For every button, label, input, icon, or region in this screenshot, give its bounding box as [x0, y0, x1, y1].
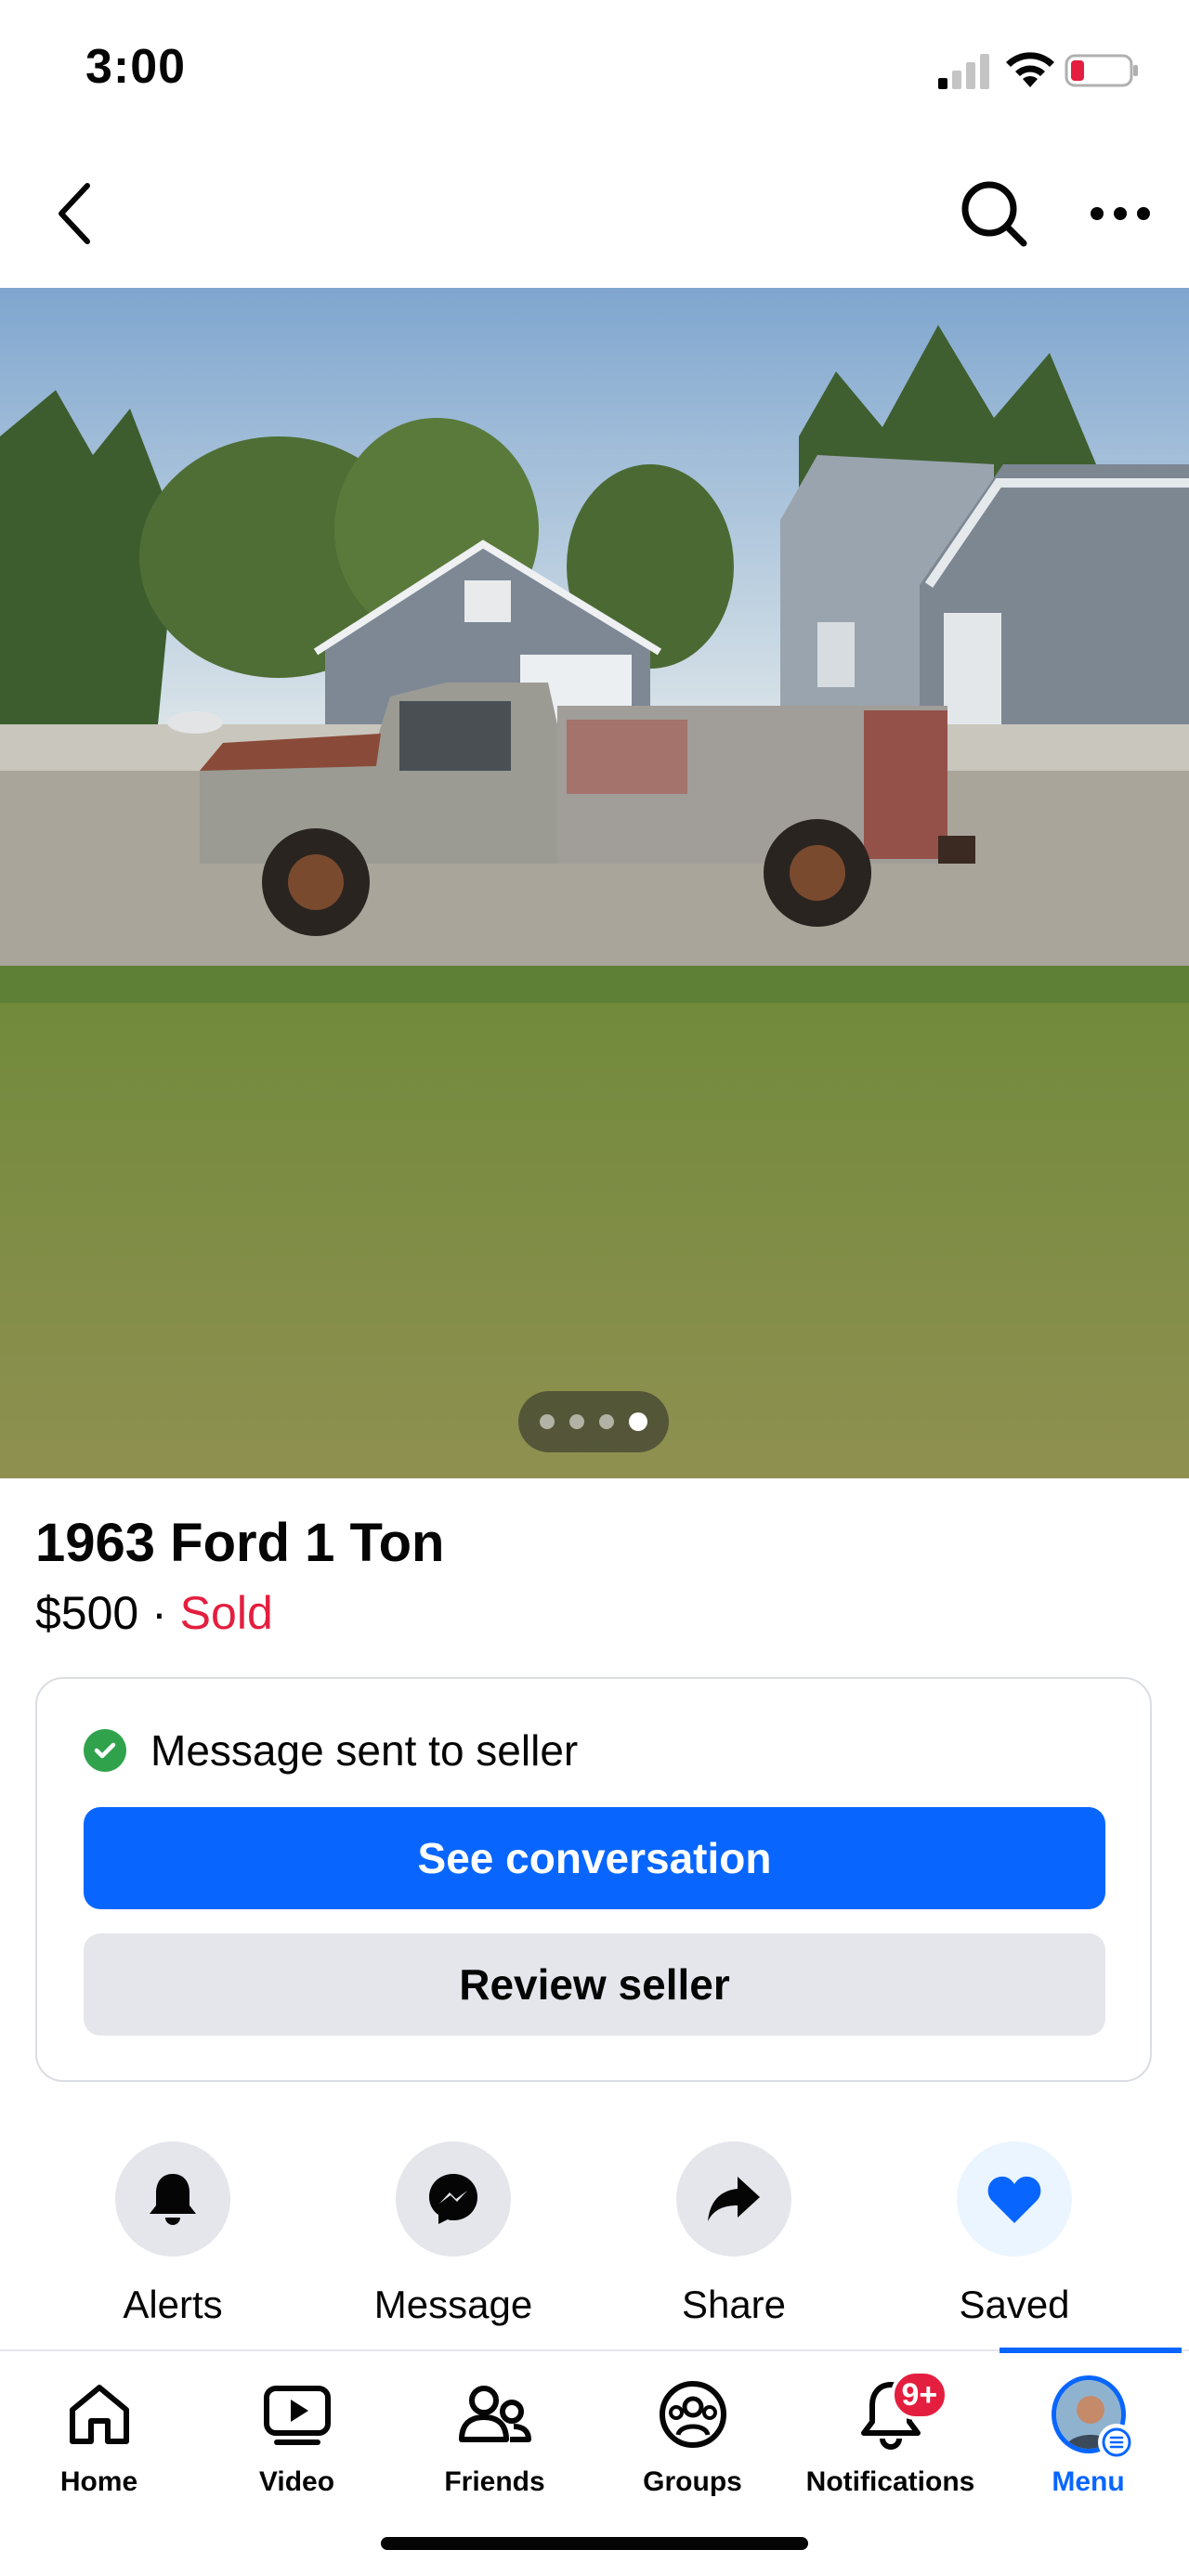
- pager-dot: [540, 1414, 555, 1429]
- saved-action[interactable]: Saved: [903, 2136, 1126, 2340]
- home-indicator: [381, 2537, 808, 2550]
- heart-icon: [987, 2176, 1041, 2223]
- price-separator: ·: [138, 1587, 180, 1639]
- chevron-left-icon: [59, 183, 90, 244]
- pager-dot: [599, 1414, 614, 1429]
- status-time: 3:00: [85, 40, 187, 94]
- top-nav-bar: [0, 139, 1189, 288]
- listing-photo[interactable]: [0, 288, 1189, 1478]
- search-icon: [961, 181, 1027, 247]
- listing-price: $500: [35, 1587, 139, 1639]
- message-sent-card: Message sent to seller See conversation …: [35, 1677, 1152, 2082]
- tab-home[interactable]: Home: [0, 2351, 198, 2518]
- back-button[interactable]: [28, 167, 121, 260]
- messenger-icon: [429, 2174, 477, 2224]
- message-action-circle: [396, 2141, 511, 2257]
- listing-title: 1963 Ford 1 Ton: [35, 1513, 445, 1573]
- tab-notifications[interactable]: 9+ Notifications: [791, 2351, 989, 2518]
- message-action[interactable]: Message: [342, 2136, 565, 2340]
- check-circle-icon: [84, 1729, 126, 1772]
- share-arrow-icon: [708, 2177, 760, 2221]
- tab-video-label: Video: [258, 2466, 335, 2497]
- more-horizontal-icon: [1091, 207, 1150, 220]
- tab-notifications-label: Notifications: [805, 2466, 975, 2497]
- tab-menu[interactable]: Menu: [989, 2351, 1187, 2518]
- listing-status: Sold: [179, 1587, 273, 1639]
- tab-home-label: Home: [59, 2466, 138, 2497]
- message-status: Message sent to seller: [84, 1725, 578, 1776]
- cellular-signal-icon: [938, 54, 989, 89]
- more-options-button[interactable]: [1074, 167, 1167, 260]
- photo-pager: [518, 1391, 669, 1452]
- video-icon: [263, 2386, 331, 2445]
- tab-friends[interactable]: Friends: [396, 2351, 594, 2518]
- notifications-badge: 9+: [890, 2370, 949, 2420]
- search-button[interactable]: [947, 167, 1040, 260]
- alerts-action[interactable]: Alerts: [61, 2136, 284, 2340]
- see-conversation-button[interactable]: See conversation: [84, 1807, 1105, 1909]
- pager-dot: [569, 1414, 584, 1429]
- share-action[interactable]: Share: [622, 2136, 845, 2340]
- friends-icon: [458, 2386, 531, 2442]
- battery-icon: [1065, 54, 1138, 87]
- share-action-circle: [676, 2141, 791, 2257]
- tab-video[interactable]: Video: [198, 2351, 396, 2518]
- message-label: Message: [373, 2283, 533, 2326]
- status-bar: 3:00: [0, 0, 1189, 139]
- groups-icon: [659, 2381, 726, 2448]
- tab-groups-label: Groups: [643, 2466, 742, 2497]
- listing-photo-image: [0, 288, 1189, 1478]
- home-icon: [69, 2385, 129, 2444]
- listing-actions: Alerts Message Share Saved: [0, 2136, 1189, 2340]
- pager-dot-active: [629, 1412, 647, 1431]
- alerts-label: Alerts: [123, 2283, 223, 2326]
- saved-label: Saved: [959, 2283, 1070, 2326]
- tab-menu-label: Menu: [1052, 2466, 1125, 2497]
- menu-lines-icon: [1097, 2424, 1135, 2461]
- alerts-action-circle: [115, 2141, 230, 2257]
- share-label: Share: [681, 2283, 787, 2326]
- review-seller-button[interactable]: Review seller: [84, 1933, 1105, 2036]
- price-line: $500 · Sold: [35, 1586, 273, 1640]
- wifi-icon: [1006, 52, 1054, 87]
- tab-groups[interactable]: Groups: [594, 2351, 791, 2518]
- bell-icon: [150, 2174, 196, 2225]
- tab-friends-label: Friends: [444, 2466, 545, 2497]
- message-status-text: Message sent to seller: [150, 1726, 579, 1775]
- saved-action-circle: [957, 2141, 1072, 2257]
